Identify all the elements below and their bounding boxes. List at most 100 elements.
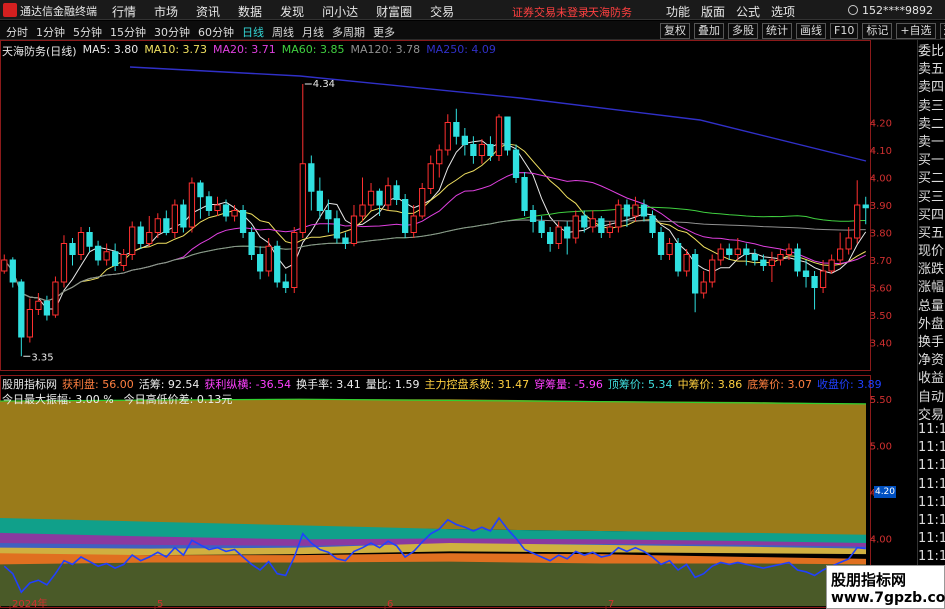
candle-body xyxy=(538,221,545,233)
side-item-1[interactable]: 卖五 xyxy=(918,58,945,76)
side-item-17[interactable]: 净资 xyxy=(918,349,945,367)
side-item-3[interactable]: 卖三 xyxy=(918,95,945,113)
side-item-13[interactable]: 涨幅 xyxy=(918,276,945,294)
side-item-12[interactable]: 涨跌 xyxy=(918,258,945,276)
menu-item-discover[interactable]: 发现 xyxy=(280,3,304,20)
candle-body xyxy=(171,204,178,233)
main-menu: 行情 市场 资讯 数据 发现 问小达 财富圈 交易 xyxy=(112,3,472,20)
period-tab-3[interactable]: 15分钟 xyxy=(110,24,146,40)
side-item-11[interactable]: 现价 xyxy=(918,240,945,258)
candle-body xyxy=(52,281,59,316)
side-item-19[interactable]: 自动 xyxy=(918,386,945,404)
x-tick-label: 2024年 xyxy=(12,597,47,609)
candle-body xyxy=(828,259,835,272)
period-tab-8[interactable]: 月线 xyxy=(302,24,324,40)
side-item-8[interactable]: 买三 xyxy=(918,186,945,204)
period-tab-6[interactable]: 日线 xyxy=(242,24,264,40)
candle-body xyxy=(265,245,272,272)
menu-item-trade[interactable]: 交易 xyxy=(430,3,454,20)
menu-item-quotes[interactable]: 行情 xyxy=(112,3,136,20)
candle-body xyxy=(402,199,409,233)
candle-body xyxy=(657,232,665,255)
period-tab-0[interactable]: 分时 xyxy=(6,24,28,40)
menu-item-wealth[interactable]: 财富圈 xyxy=(376,3,412,20)
tool-button-8[interactable]: 返回 xyxy=(939,23,945,39)
indicator-legend-10: 收盘价: 3.89 xyxy=(816,378,882,391)
side-item-14[interactable]: 总量 xyxy=(918,295,945,313)
candle-body xyxy=(393,185,400,200)
menu-item-options[interactable]: 选项 xyxy=(771,3,795,20)
side-item-16[interactable]: 换手 xyxy=(918,331,945,349)
tool-button-6[interactable]: 标记 xyxy=(862,23,893,39)
side-item-9[interactable]: 买四 xyxy=(918,204,945,222)
period-tab-10[interactable]: 更多 xyxy=(373,24,395,40)
menu-item-layout[interactable]: 版面 xyxy=(701,3,725,20)
side-item-20[interactable]: 交易 xyxy=(918,404,945,422)
side-item-15[interactable]: 外盘 xyxy=(918,313,945,331)
candle-body xyxy=(555,226,562,244)
period-tab-7[interactable]: 周线 xyxy=(272,24,294,40)
side-item-22[interactable]: 11:10 xyxy=(918,440,945,458)
indicator-legend-2: 获利纵横: -36.54 xyxy=(204,378,292,391)
menu-item-formula[interactable]: 公式 xyxy=(736,3,760,20)
tool-button-0[interactable]: 复权 xyxy=(660,23,690,39)
candle-body xyxy=(308,163,315,192)
period-tabs: 分时 1分钟 5分钟 15分钟 30分钟 60分钟 日线 周线 月线 多周期 更多 xyxy=(6,24,403,40)
side-item-4[interactable]: 卖二 xyxy=(918,113,945,131)
indicator-legend-8: 中筹价: 3.86 xyxy=(677,378,743,391)
side-item-2[interactable]: 卖四 xyxy=(918,76,945,94)
candle-body xyxy=(666,243,673,255)
tool-button-3[interactable]: 统计 xyxy=(762,23,792,39)
candle-body xyxy=(197,182,204,198)
tool-button-2[interactable]: 多股 xyxy=(728,23,758,39)
menu-item-data[interactable]: 数据 xyxy=(238,3,262,20)
period-tab-9[interactable]: 多周期 xyxy=(332,24,365,40)
indicator-legend-3: 换手率: 3.41 xyxy=(296,378,361,391)
menu-item-function[interactable]: 功能 xyxy=(666,3,690,20)
side-item-0[interactable]: 委比 xyxy=(918,40,945,58)
tool-button-4[interactable]: 画线 xyxy=(796,23,826,39)
user-name[interactable]: 152****9892 xyxy=(862,4,933,17)
candle-body xyxy=(632,204,639,217)
period-tab-4[interactable]: 30分钟 xyxy=(154,24,190,40)
user-icon[interactable] xyxy=(848,5,858,15)
tool-button-5[interactable]: F10 xyxy=(830,23,859,39)
side-item-24[interactable]: 11:11 xyxy=(918,477,945,495)
side-item-6[interactable]: 买一 xyxy=(918,149,945,167)
chart-area[interactable]: 4.20 4.10 4.00 3.90 3.80 3.70 3.60 3.50 3.40 4.34… xyxy=(0,40,917,609)
side-item-25[interactable]: 11:11 xyxy=(918,495,945,513)
period-tab-5[interactable]: 60分钟 xyxy=(198,24,234,40)
candle-body xyxy=(598,218,605,233)
candle-body xyxy=(683,254,690,272)
candle-body xyxy=(231,210,238,217)
tool-button-1[interactable]: 叠加 xyxy=(694,23,724,39)
candle-body xyxy=(811,276,818,288)
candle-body xyxy=(384,185,392,206)
side-item-18[interactable]: 收益 xyxy=(918,367,945,385)
login-status[interactable]: 证券交易未登录 xyxy=(512,4,589,20)
period-tab-1[interactable]: 1分钟 xyxy=(36,24,65,40)
candle-body xyxy=(794,248,801,272)
menu-item-ask[interactable]: 问小达 xyxy=(322,3,358,20)
candle-body xyxy=(77,232,85,255)
x-tick-label: 6 xyxy=(387,599,393,609)
candle-body xyxy=(461,135,468,145)
period-tab-2[interactable]: 5分钟 xyxy=(73,24,102,40)
indicator-legend: 股朋指标网 获利盘: 56.00 活筹: 92.54 获利纵横: -36.54 换手率… xyxy=(2,376,887,392)
price-tick-label: 4.10 xyxy=(870,146,892,157)
side-item-7[interactable]: 买二 xyxy=(918,167,945,185)
candle-body xyxy=(282,281,289,288)
side-item-26[interactable]: 11:11 xyxy=(918,513,945,531)
side-item-10[interactable]: 买五 xyxy=(918,222,945,240)
menu-item-news[interactable]: 资讯 xyxy=(196,3,220,20)
side-item-23[interactable]: 11:11 xyxy=(918,458,945,476)
indicator-info: 今日最大振幅: 3.00 % 今日高低价差: 0.13元 xyxy=(2,391,242,407)
candle-body xyxy=(589,218,596,228)
ma-legend-4: MA120: 3.78 xyxy=(350,43,421,56)
side-item-5[interactable]: 卖一 xyxy=(918,131,945,149)
side-item-21[interactable]: 11:10 xyxy=(918,422,945,440)
side-item-27[interactable]: 11:11 xyxy=(918,531,945,549)
tool-button-7[interactable]: +自选 xyxy=(896,23,936,39)
menu-item-market[interactable]: 市场 xyxy=(154,3,178,20)
quote-side-panel: 委比 卖五 卖四 卖三 卖二 卖一 买一 买二 买三 买四 买五 现价 涨跌 涨幅 总量 外盘 换手 净资 收益 自动… xyxy=(917,40,945,609)
